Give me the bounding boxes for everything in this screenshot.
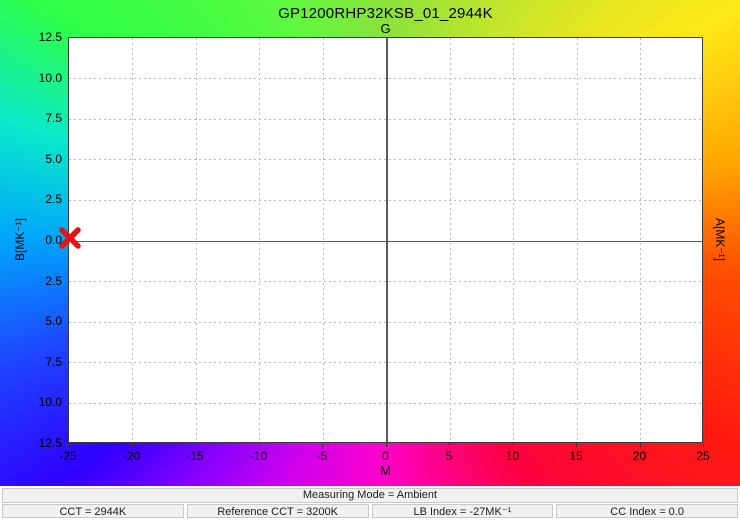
y-tick-label: 12.5 <box>0 436 62 450</box>
horizontal-gridline <box>69 362 702 363</box>
horizontal-gridline <box>69 403 702 404</box>
y-zero-axis-line <box>69 241 702 243</box>
horizontal-gridline <box>69 78 702 79</box>
x-tick-label: 25 <box>681 449 725 463</box>
x-tick-label: 15 <box>554 449 598 463</box>
x-tick-mark <box>513 443 514 447</box>
y-tick-label: 2.5 <box>0 274 62 288</box>
y-tick-label: 7.5 <box>0 355 62 369</box>
x-tick-mark <box>386 443 387 447</box>
readout-cells: CCT = 2944KReference CCT = 3200KLB Index… <box>2 504 738 518</box>
x-tick-mark <box>68 443 69 447</box>
x-tick-mark <box>259 443 260 447</box>
y-tick-label: 7.5 <box>0 111 62 125</box>
y-tick-label: 12.5 <box>0 30 62 44</box>
axis-label-magenta: M <box>68 463 703 478</box>
y-tick-label: 5.0 <box>0 314 62 328</box>
right-axis-label-box: A[MK⁻¹] <box>706 37 734 443</box>
readout-cell: CCT = 2944K <box>2 504 184 518</box>
measurement-x-marker <box>58 226 82 250</box>
x-tick-mark <box>640 443 641 447</box>
x-tick-mark <box>132 443 133 447</box>
x-tick-mark <box>449 443 450 447</box>
horizontal-gridline <box>69 200 702 201</box>
horizontal-gridline <box>69 322 702 323</box>
readout-cell: LB Index = -27MK⁻¹ <box>372 504 554 518</box>
axis-label-green: G <box>68 21 703 36</box>
readout-cell: CC Index = 0.0 <box>556 504 738 518</box>
x-tick-mark <box>703 443 704 447</box>
plot-area <box>68 37 703 443</box>
x-tick-mark <box>195 443 196 447</box>
y-tick-label: 2.5 <box>0 192 62 206</box>
x-tick-label: 10 <box>491 449 535 463</box>
y-tick-label: 10.0 <box>0 71 62 85</box>
x-tick-label: -10 <box>237 449 281 463</box>
x-tick-mark <box>576 443 577 447</box>
x-tick-label: -25 <box>46 449 90 463</box>
y-tick-label: 5.0 <box>0 152 62 166</box>
x-tick-label: 5 <box>427 449 471 463</box>
chart-title: GP1200RHP32KSB_01_2944K <box>68 5 703 22</box>
horizontal-gridline <box>69 159 702 160</box>
x-tick-mark <box>322 443 323 447</box>
y-tick-label: 0.0 <box>0 233 62 247</box>
x-tick-label: -20 <box>110 449 154 463</box>
axis-label-amber: A[MK⁻¹] <box>713 218 727 261</box>
measuring-mode-bar: Measuring Mode = Ambient <box>2 488 738 503</box>
x-tick-label: 0 <box>364 449 408 463</box>
readout-cell: Reference CCT = 3200K <box>187 504 369 518</box>
x-tick-label: 20 <box>618 449 662 463</box>
x-tick-label: -5 <box>300 449 344 463</box>
horizontal-gridline <box>69 281 702 282</box>
y-tick-label: 10.0 <box>0 395 62 409</box>
color-meter-screen: GP1200RHP32KSB_01_2944K G B[MK⁻¹] A[MK⁻¹… <box>0 0 740 521</box>
horizontal-gridline <box>69 119 702 120</box>
x-tick-label: -15 <box>173 449 217 463</box>
